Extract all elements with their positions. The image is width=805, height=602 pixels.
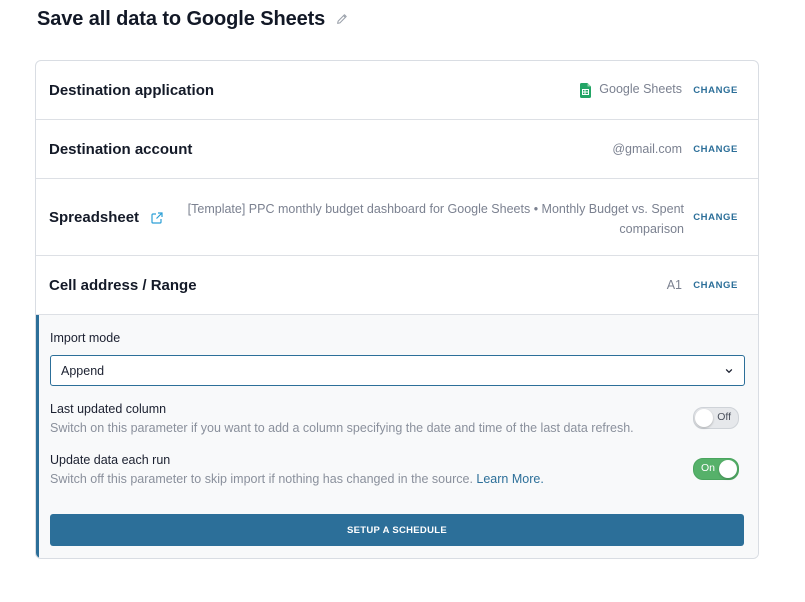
toggle-knob	[695, 409, 713, 427]
change-destination-account-button[interactable]: CHANGE	[693, 144, 738, 155]
destination-account-label: Destination account	[49, 140, 193, 158]
toggle-knob	[719, 460, 737, 478]
update-each-run-title: Update data each run	[50, 453, 171, 467]
destination-application-row: Destination application Google Sheets CH…	[36, 61, 758, 120]
pencil-icon[interactable]	[335, 12, 349, 26]
last-updated-title: Last updated column	[50, 402, 167, 416]
update-each-run-description: Switch off this parameter to skip import…	[50, 472, 473, 486]
cell-address-label: Cell address / Range	[49, 276, 197, 294]
spreadsheet-label-group: Spreadsheet	[49, 209, 163, 226]
import-mode-select[interactable]: Append	[50, 355, 745, 386]
chevron-down-icon	[725, 368, 733, 373]
update-each-run-description-group: Switch off this parameter to skip import…	[50, 472, 544, 486]
destination-account-row: Destination account @gmail.com CHANGE	[36, 120, 758, 179]
destination-application-label: Destination application	[49, 81, 215, 99]
spreadsheet-row: Spreadsheet [Template] PPC monthly budge…	[36, 179, 758, 256]
update-each-run-toggle[interactable]: On	[693, 458, 739, 480]
last-updated-toggle[interactable]: Off	[693, 407, 739, 429]
spreadsheet-label: Spreadsheet	[49, 208, 140, 226]
change-spreadsheet-button[interactable]: CHANGE	[693, 212, 738, 223]
last-updated-toggle-text: Off	[717, 411, 731, 423]
import-mode-label: Import mode	[50, 331, 121, 345]
cell-address-row: Cell address / Range A1 CHANGE	[36, 256, 758, 315]
last-updated-description: Switch on this parameter if you want to …	[50, 421, 634, 435]
destination-settings-card: Destination application Google Sheets CH…	[35, 60, 759, 559]
setup-schedule-button[interactable]: SETUP A SCHEDULE	[50, 514, 744, 546]
destination-account-value: @gmail.com	[612, 142, 682, 156]
destination-application-text: Google Sheets	[599, 82, 682, 97]
import-options-panel: Import mode Append Last updated column S…	[36, 315, 758, 558]
page-header: Save all data to Google Sheets	[37, 6, 349, 32]
update-each-run-toggle-text: On	[701, 462, 716, 474]
spreadsheet-value: [Template] PPC monthly budget dashboard …	[187, 202, 684, 236]
external-link-icon[interactable]	[151, 211, 163, 224]
google-sheets-icon	[580, 82, 592, 98]
change-cell-address-button[interactable]: CHANGE	[693, 280, 738, 291]
import-mode-value: Append	[61, 363, 105, 378]
cell-address-value: A1	[666, 278, 682, 292]
destination-application-value: Google Sheets	[580, 82, 682, 98]
page-title: Save all data to Google Sheets	[37, 7, 326, 30]
change-destination-application-button[interactable]: CHANGE	[693, 85, 738, 96]
learn-more-link[interactable]: Learn More.	[476, 472, 543, 486]
